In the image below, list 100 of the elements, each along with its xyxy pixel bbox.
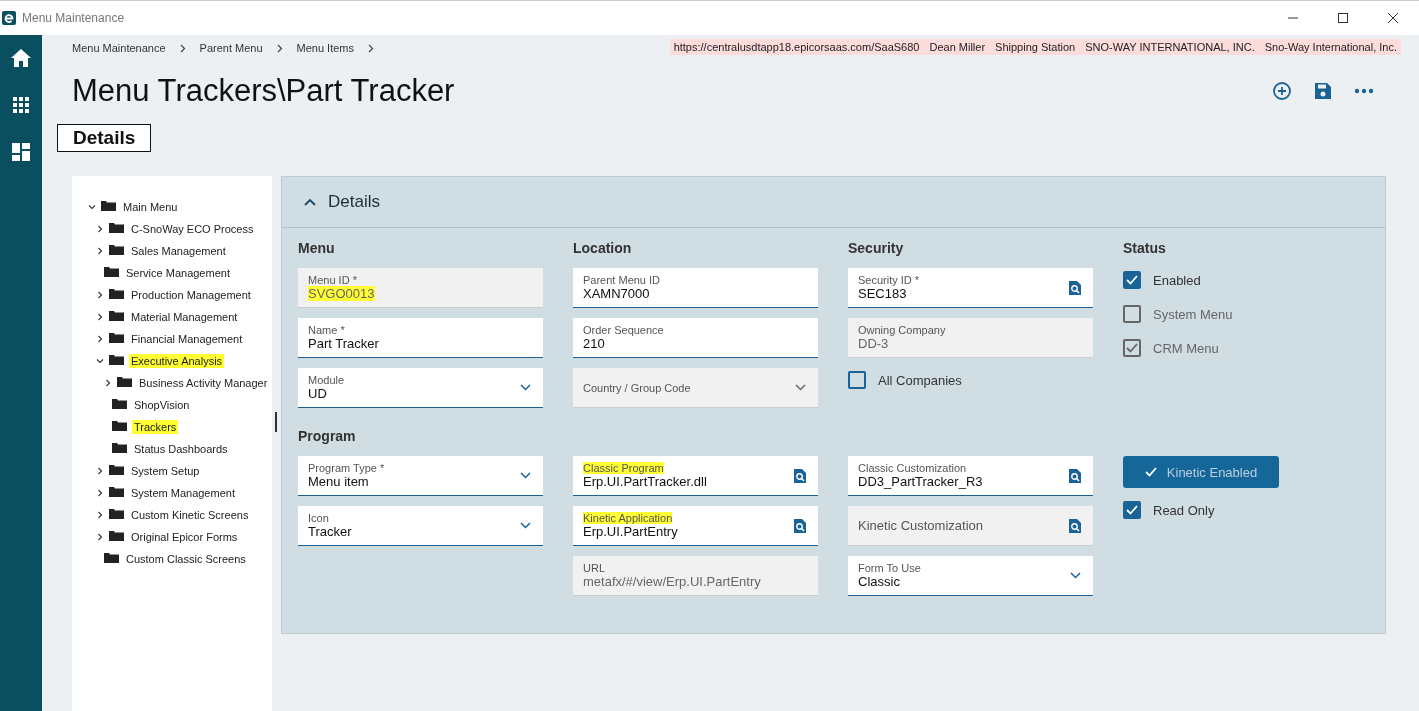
tree-item[interactable]: Sales Management — [96, 244, 228, 258]
dropdown-caret-icon[interactable] — [520, 472, 531, 479]
chevron-right-icon[interactable] — [96, 225, 104, 233]
tree-item[interactable]: Main Menu — [88, 200, 180, 214]
search-icon[interactable] — [794, 518, 806, 533]
tree-item[interactable]: Service Management — [104, 266, 232, 280]
folder-icon — [104, 551, 119, 563]
field-label: Order Sequence — [583, 324, 664, 336]
section-heading: Status — [1123, 240, 1166, 256]
breadcrumb-link[interactable]: Parent Menu — [199, 42, 263, 54]
tree-item[interactable]: System Management — [96, 486, 237, 500]
field-value: SVGO0013 — [308, 286, 375, 301]
folder-icon — [104, 265, 119, 277]
tree-item[interactable]: Business Activity Manager — [104, 376, 270, 390]
tree-item[interactable]: Status Dashboards — [112, 442, 230, 456]
chevron-right-icon[interactable] — [96, 489, 104, 497]
check-icon — [1144, 467, 1157, 477]
chevron-right-icon[interactable] — [96, 313, 104, 321]
search-icon[interactable] — [1069, 280, 1081, 295]
input-field[interactable]: Parent Menu ID XAMN7000 — [573, 268, 818, 308]
field-value: 210 — [583, 336, 605, 351]
folder-icon — [109, 507, 124, 519]
input-field[interactable]: Name * Part Tracker — [298, 318, 543, 358]
toggle-button[interactable]: Kinetic Enabled — [1123, 456, 1279, 488]
field-value: Erp.UI.PartTracker.dll — [583, 474, 707, 489]
folder-icon — [109, 309, 124, 321]
field-value: metafx/#/view/Erp.UI.PartEntry — [583, 574, 761, 589]
save-icon[interactable] — [1314, 82, 1332, 100]
tree-item[interactable]: Original Epicor Forms — [96, 530, 240, 544]
lookup-field[interactable]: Kinetic Application Erp.UI.PartEntry — [573, 506, 818, 546]
checkbox[interactable] — [1123, 271, 1141, 289]
search-icon[interactable] — [1069, 468, 1081, 483]
tree-item[interactable]: ShopVision — [112, 398, 192, 412]
field-value: DD3_PartTracker_R3 — [858, 474, 983, 489]
field-value: Erp.UI.PartEntry — [583, 524, 678, 539]
panel-title: Details — [328, 192, 380, 212]
chevron-right-icon[interactable] — [96, 511, 104, 519]
checkbox-label: All Companies — [878, 372, 962, 388]
chevron-down-icon[interactable] — [96, 357, 104, 365]
breadcrumb-link[interactable]: Menu Items — [296, 42, 354, 54]
page-title: Menu Trackers\Part Tracker — [72, 73, 455, 109]
tree-item[interactable]: Material Management — [96, 310, 240, 324]
tree-item[interactable]: C-SnoWay ECO Process — [96, 222, 256, 236]
checkbox[interactable] — [848, 371, 866, 389]
chevron-right-icon[interactable] — [96, 247, 104, 255]
session-info-text: SNO-WAY INTERNATIONAL, INC. — [1085, 41, 1255, 53]
lookup-field[interactable]: Classic Program Erp.UI.PartTracker.dll — [573, 456, 818, 496]
dropdown-field[interactable]: Form To Use Classic — [848, 556, 1093, 596]
more-options-icon[interactable] — [1354, 88, 1374, 94]
folder-icon — [109, 243, 124, 255]
dropdown-caret-icon[interactable] — [520, 384, 531, 391]
collapse-caret-icon[interactable] — [304, 198, 316, 206]
field-label: Country / Group Code — [583, 381, 691, 394]
field-label: Owning Company — [858, 324, 946, 336]
tree-item[interactable]: Financial Management — [96, 332, 245, 346]
maximize-icon[interactable] — [1337, 12, 1349, 24]
chevron-right-icon[interactable] — [104, 379, 112, 387]
chevron-right-icon[interactable] — [96, 335, 104, 343]
chevron-right-icon[interactable] — [96, 467, 104, 475]
dropdown-caret-icon[interactable] — [1070, 572, 1081, 579]
close-icon[interactable] — [1387, 12, 1399, 24]
checkbox[interactable] — [1123, 501, 1141, 519]
session-info-text: https://centralusdtapp18.epicorsaas.com/SaaS680 — [673, 41, 920, 53]
details-tab[interactable]: Details — [57, 124, 152, 152]
dashboard-icon[interactable] — [12, 143, 30, 161]
field-value: Menu item — [308, 474, 369, 489]
chevron-right-icon[interactable] — [96, 291, 104, 299]
breadcrumb-link[interactable]: Menu Maintenance — [72, 42, 166, 54]
folder-icon — [109, 331, 124, 343]
splitter-handle[interactable] — [275, 412, 277, 432]
section-heading: Security — [848, 240, 904, 256]
folder-icon — [112, 441, 127, 453]
lookup-field[interactable]: Security ID * SEC183 — [848, 268, 1093, 308]
folder-icon — [112, 419, 127, 431]
apps-grid-icon[interactable] — [13, 97, 29, 113]
home-icon[interactable] — [11, 49, 31, 67]
folder-icon — [109, 485, 124, 497]
dropdown-field[interactable]: Module UD — [298, 368, 543, 408]
tree-item[interactable]: Production Management — [96, 288, 253, 302]
folder-icon — [109, 529, 124, 541]
section-heading: Menu — [298, 240, 335, 256]
section-heading: Program — [298, 428, 356, 444]
chevron-down-icon[interactable] — [88, 203, 96, 211]
input-field[interactable]: Order Sequence 210 — [573, 318, 818, 358]
field-label: Parent Menu ID — [583, 274, 661, 286]
lookup-field[interactable]: Classic Customization DD3_PartTracker_R3 — [848, 456, 1093, 496]
tree-item[interactable]: System Setup — [96, 464, 202, 478]
chevron-right-icon[interactable] — [96, 533, 104, 541]
dropdown-field[interactable]: Icon Tracker — [298, 506, 543, 546]
add-icon[interactable] — [1272, 81, 1292, 101]
dropdown-field[interactable]: Program Type * Menu item — [298, 456, 543, 496]
tree-item[interactable]: Custom Kinetic Screens — [96, 508, 251, 522]
field-value: Tracker — [308, 524, 352, 539]
checkbox-label: Read Only — [1153, 502, 1215, 518]
field-label: Classic Program — [583, 462, 664, 474]
field-value: DD-3 — [858, 336, 889, 351]
search-icon[interactable] — [794, 468, 806, 483]
dropdown-caret-icon[interactable] — [520, 522, 531, 529]
chevron-right-icon — [276, 43, 283, 53]
tree-item[interactable]: Custom Classic Screens — [104, 552, 248, 566]
